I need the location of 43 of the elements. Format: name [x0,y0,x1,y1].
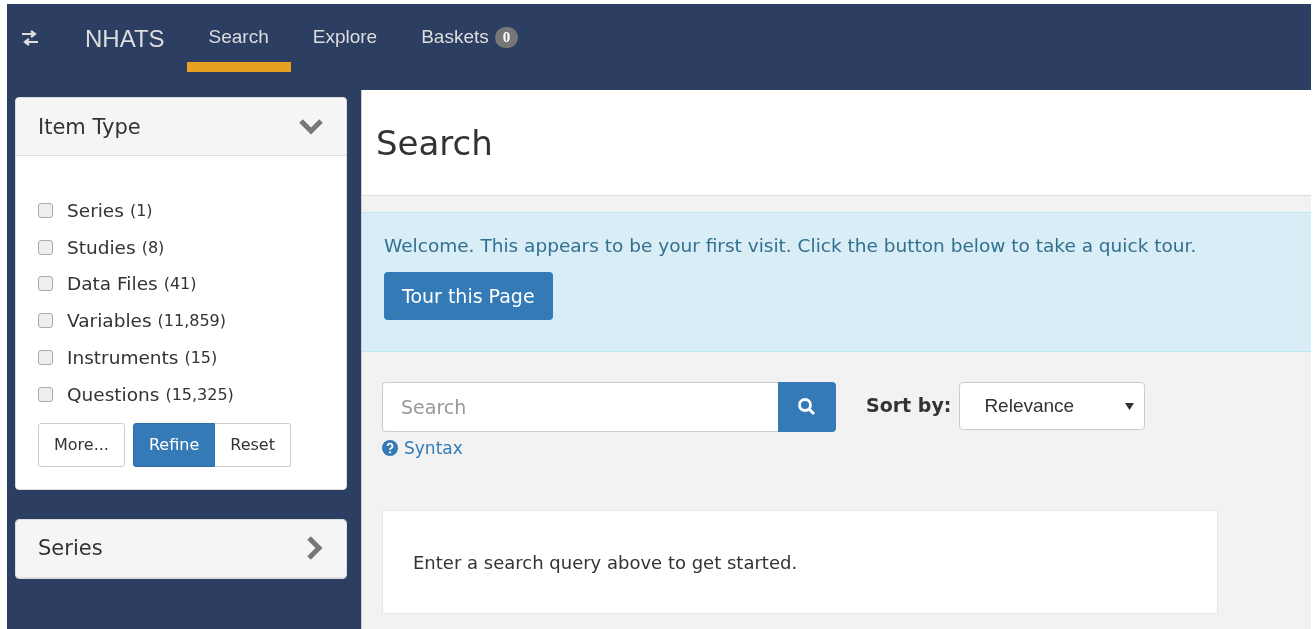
search-button[interactable] [778,382,836,432]
caret-icon [1125,402,1135,410]
checkbox[interactable] [38,239,53,255]
nav-tab[interactable]: Explore [290,4,400,72]
empty-message: Enter a search query above to get started. [413,551,798,573]
nav-tab[interactable]: Search [186,4,291,72]
count-badge: 0 [494,26,519,48]
filter-button[interactable]: Refine [132,422,216,467]
item-count: (8) [141,237,165,257]
checkbox-label: Questions [67,383,160,405]
checkbox[interactable] [38,202,53,218]
item-count: (1) [129,200,153,220]
checkbox-label: Variables [67,310,152,332]
chevron-right-icon [306,535,324,562]
filter-button[interactable]: Reset [215,422,291,467]
checkbox[interactable] [38,350,53,366]
checkbox[interactable] [38,276,53,292]
panel-header[interactable]: Item Type [16,98,346,156]
item-count: (11,859) [157,311,226,331]
nav-tab[interactable]: Baskets 0 [399,4,541,72]
checkbox[interactable] [38,386,53,402]
sort-label: Sort by: [866,394,952,416]
search-icon [797,397,817,417]
checkbox[interactable] [38,313,53,329]
sort-dropdown[interactable]: Relevance [959,382,1146,430]
filter-button[interactable]: More... [38,422,125,467]
panel-header[interactable]: Series [16,519,346,578]
welcome-text: Welcome. This appears to be your first visit. Click the button below to take a quick tour. [384,235,1198,256]
checkbox-label: Series [67,199,124,221]
checkbox-label: Studies [67,236,136,258]
item-count: (41) [163,274,197,294]
syntax-link[interactable]: Syntax [382,438,836,458]
checkbox-label: Data Files [67,273,158,295]
checkbox-label: Instruments [67,347,179,369]
tour-button[interactable]: Tour this Page [384,272,553,320]
brand-name[interactable]: NHATS [85,4,165,74]
help-icon [382,440,398,456]
swap-arrows-icon[interactable] [20,30,40,46]
page-title: Search [376,122,493,163]
item-count: (15) [184,348,218,368]
search-field[interactable]: Search [382,382,778,432]
item-count: (15,325) [165,384,234,404]
chevron-down-icon [298,117,324,136]
